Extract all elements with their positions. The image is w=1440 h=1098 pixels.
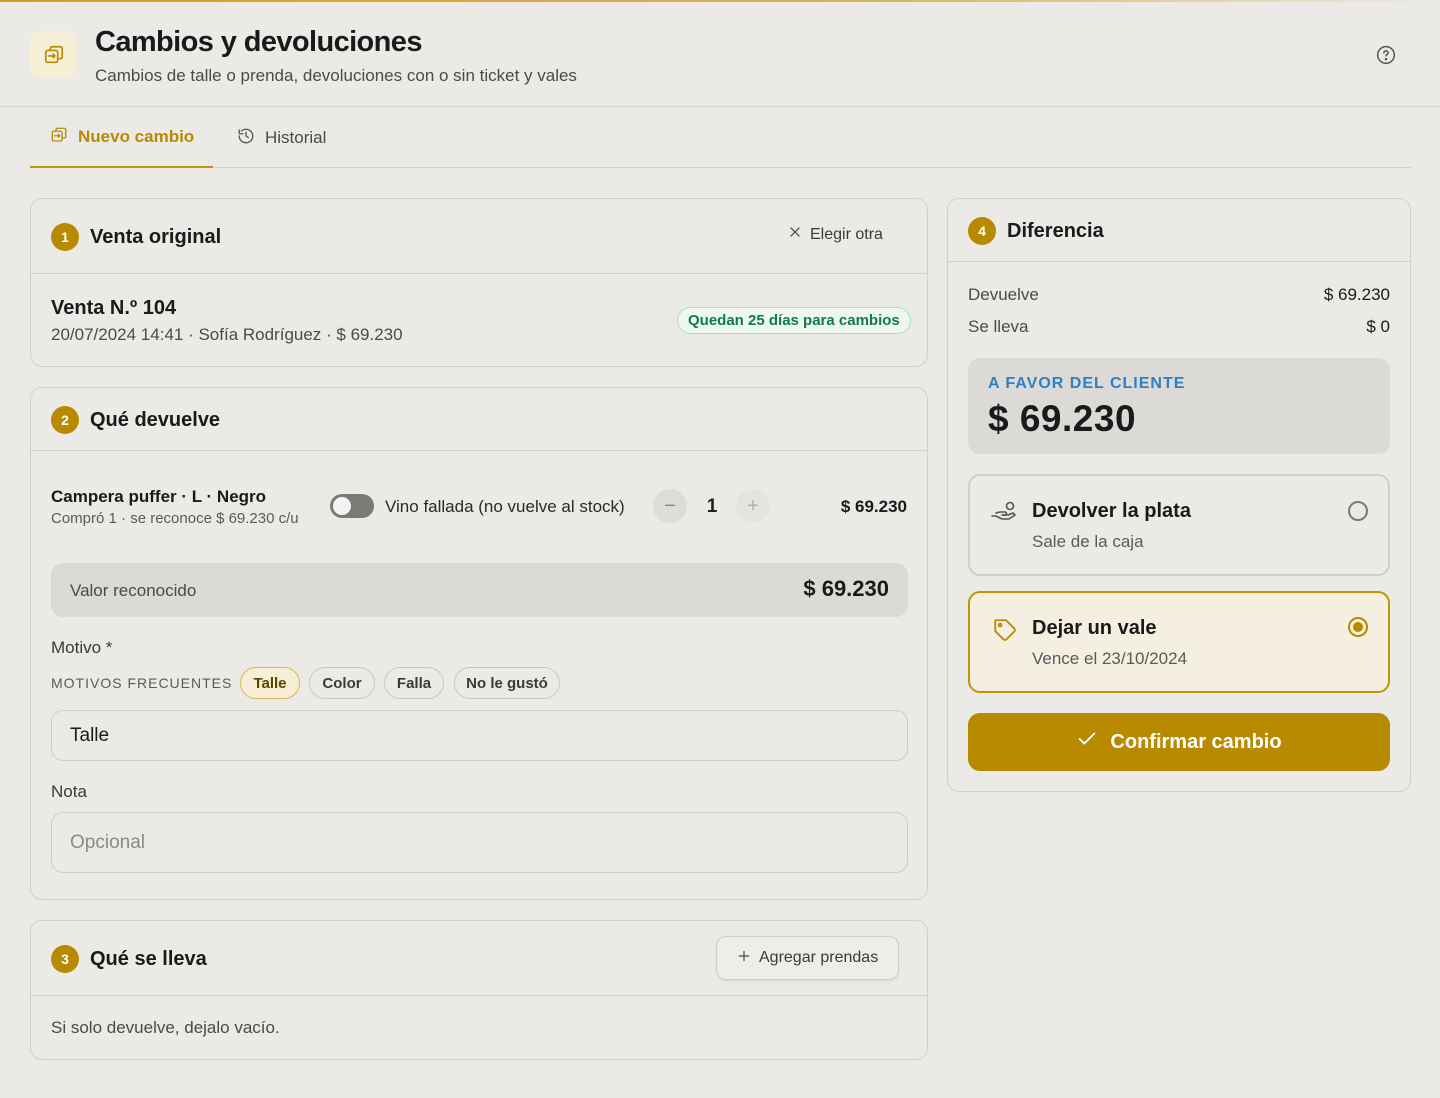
- card-title: Qué devuelve: [90, 409, 221, 431]
- page-title: Cambios y devoluciones: [95, 26, 422, 58]
- option-subtitle: Vence el 23/10/2024: [1032, 649, 1188, 668]
- tab-label: Historial: [265, 128, 327, 147]
- step-badge: 4: [968, 217, 996, 245]
- refund-cash-option[interactable]: Devolver la plata Sale de la caja: [968, 474, 1390, 576]
- returns-card: 2 Qué devuelve Campera puffer · L · Negr…: [30, 387, 928, 900]
- tab-new-exchange[interactable]: Nuevo cambio: [30, 108, 213, 168]
- item-meta: Compró 1 · se reconoce $ 69.230 c/u: [51, 510, 299, 527]
- close-icon: [788, 225, 802, 244]
- takes-card: 3 Qué se lleva Agregar prendas Si solo d…: [30, 920, 928, 1060]
- takes-amount-value: $ 0: [1366, 317, 1390, 336]
- note-input[interactable]: Opcional: [51, 812, 908, 873]
- tab-history[interactable]: Historial: [237, 108, 326, 168]
- card-title: Venta original: [90, 226, 222, 248]
- card-header: 3 Qué se lleva Agregar prendas: [31, 921, 927, 996]
- step-badge: 1: [51, 223, 79, 251]
- defective-toggle[interactable]: [330, 494, 374, 518]
- recognized-value: $ 69.230: [803, 576, 889, 601]
- item-name: Campera puffer · L · Negro: [51, 487, 267, 506]
- card-header: 1 Venta original Elegir otra: [31, 199, 927, 274]
- step-badge: 3: [51, 945, 79, 973]
- returns-amount-value: $ 69.230: [1323, 285, 1390, 304]
- note-label: Nota: [51, 782, 87, 801]
- choose-other-button[interactable]: Elegir otra: [788, 225, 883, 244]
- add-items-label: Agregar prendas: [759, 949, 879, 966]
- swap-icon: [30, 31, 77, 78]
- option-title: Dejar un vale: [1032, 617, 1157, 639]
- recognized-value-bar: Valor reconocido $ 69.230: [51, 563, 908, 617]
- tab-label: Nuevo cambio: [78, 127, 195, 146]
- difference-card: 4 Diferencia Devuelve $ 69.230 Se lleva …: [947, 198, 1411, 792]
- increase-quantity-button[interactable]: +: [736, 489, 770, 523]
- confirm-exchange-button[interactable]: Confirmar cambio: [968, 713, 1390, 771]
- radio-unselected[interactable]: [1348, 501, 1368, 521]
- reason-input[interactable]: Talle: [51, 710, 908, 761]
- sale-meta: 20/07/2024 14:41 · Sofía Rodríguez · $ 6…: [51, 325, 403, 344]
- reason-chip-falla[interactable]: Falla: [384, 667, 444, 699]
- days-left-badge: Quedan 25 días para cambios: [677, 307, 911, 334]
- customer-balance-box: A FAVOR DEL CLIENTE $ 69.230: [968, 358, 1390, 454]
- plus-icon: [737, 949, 751, 968]
- returns-amount-label: Devuelve: [968, 285, 1039, 304]
- confirm-label: Confirmar cambio: [1110, 730, 1282, 753]
- takes-hint: Si solo devuelve, dejalo vacío.: [51, 1018, 280, 1037]
- card-header: 2 Qué devuelve: [31, 388, 927, 451]
- item-total: $ 69.230: [840, 497, 907, 516]
- card-title: Diferencia: [1007, 220, 1104, 242]
- defective-label: Vino fallada (no vuelve al stock): [385, 497, 625, 516]
- reason-chip-talle[interactable]: Talle: [240, 667, 300, 699]
- page-subtitle: Cambios de talle o prenda, devoluciones …: [95, 66, 577, 85]
- option-title: Devolver la plata: [1032, 500, 1191, 522]
- reason-chip-no-le-gusto[interactable]: No le gustó: [454, 667, 560, 699]
- swap-icon: [50, 126, 68, 149]
- choose-other-label: Elegir otra: [810, 225, 883, 243]
- option-subtitle: Sale de la caja: [1032, 532, 1144, 551]
- plus-icon: +: [747, 494, 759, 517]
- recognized-label: Valor reconocido: [70, 581, 197, 600]
- sale-title: Venta N.º 104: [51, 297, 177, 319]
- takes-amount-label: Se lleva: [968, 317, 1029, 336]
- customer-balance-label: A FAVOR DEL CLIENTE: [988, 375, 1186, 392]
- reason-label: Motivo *: [51, 638, 113, 657]
- step-badge: 2: [51, 406, 79, 434]
- minus-icon: −: [664, 494, 676, 517]
- hand-money-icon: [990, 500, 1018, 529]
- radio-selected[interactable]: [1348, 617, 1368, 637]
- add-items-button[interactable]: Agregar prendas: [716, 936, 900, 980]
- card-title: Qué se lleva: [90, 948, 207, 970]
- decrease-quantity-button[interactable]: −: [653, 489, 687, 523]
- frequent-reasons: MOTIVOS FRECUENTES Talle Color Falla No …: [51, 667, 911, 701]
- history-icon: [237, 127, 255, 150]
- check-icon: [1076, 728, 1098, 756]
- customer-balance-value: $ 69.230: [988, 398, 1137, 439]
- card-header: 4 Diferencia: [948, 199, 1410, 262]
- original-sale-card: 1 Venta original Elegir otra Venta N.º 1…: [30, 198, 928, 367]
- leave-voucher-option[interactable]: Dejar un vale Vence el 23/10/2024: [968, 591, 1390, 693]
- page-header: Cambios y devoluciones Cambios de talle …: [0, 2, 1440, 107]
- frequent-reasons-label: MOTIVOS FRECUENTES: [51, 675, 233, 691]
- reason-chip-color[interactable]: Color: [309, 667, 375, 699]
- help-icon[interactable]: [1376, 45, 1396, 65]
- tab-bar: Nuevo cambio Historial: [30, 108, 1411, 168]
- quantity-value: 1: [706, 496, 718, 517]
- tag-icon: [992, 617, 1018, 648]
